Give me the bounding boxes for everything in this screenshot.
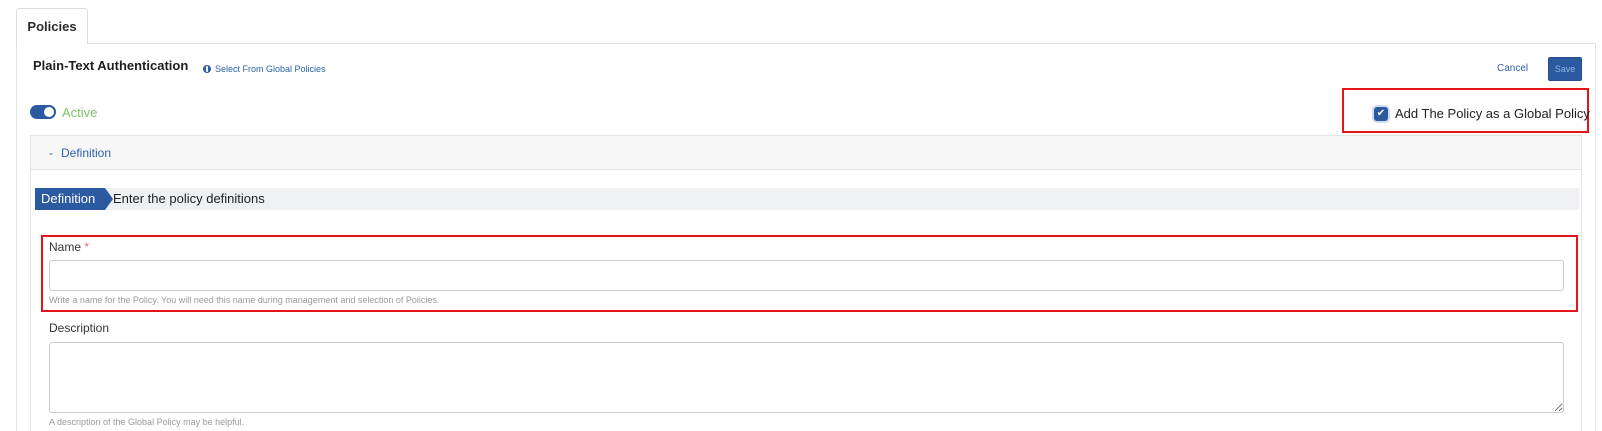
global-policy-checkbox[interactable]: ✔: [1374, 107, 1388, 121]
definition-section-header[interactable]: - Definition: [30, 135, 1582, 170]
cancel-button[interactable]: Cancel: [1497, 63, 1528, 74]
definition-banner: [35, 188, 1579, 210]
name-label-text: Name: [49, 240, 82, 254]
active-label: Active: [62, 105, 98, 120]
name-hint: Write a name for the Policy. You will ne…: [49, 295, 440, 305]
required-marker: *: [84, 240, 90, 254]
description-textarea[interactable]: [49, 342, 1564, 413]
global-policy-label: Add The Policy as a Global Policy: [1395, 106, 1590, 121]
globe-icon: [203, 65, 211, 73]
page-title: Plain-Text Authentication: [33, 58, 189, 73]
checkmark-icon: ✔: [1376, 108, 1386, 119]
description-label: Description: [49, 321, 110, 335]
save-button[interactable]: Save: [1548, 57, 1582, 81]
active-toggle[interactable]: [30, 105, 56, 119]
definition-tag: Definition: [35, 188, 113, 210]
description-hint: A description of the Global Policy may b…: [49, 417, 245, 427]
select-global-policies-link[interactable]: Select From Global Policies: [203, 64, 326, 74]
name-input[interactable]: [49, 260, 1564, 291]
name-label: Name *: [49, 240, 89, 254]
policy-editor-page: Policies Plain-Text Authentication Selec…: [0, 0, 1602, 431]
definition-section-title: Definition: [61, 145, 112, 160]
select-global-policies-label: Select From Global Policies: [215, 64, 326, 74]
tab-policies[interactable]: Policies: [16, 8, 88, 44]
collapse-icon: -: [49, 145, 53, 160]
definition-description: Enter the policy definitions: [113, 191, 265, 206]
